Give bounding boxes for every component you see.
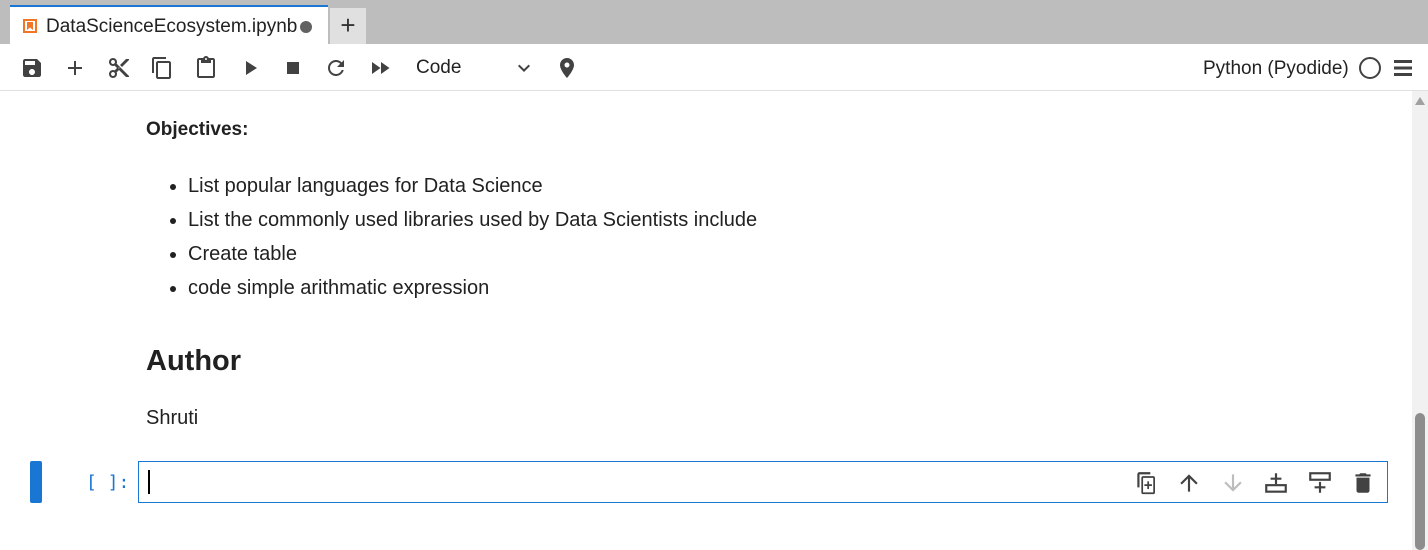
text-cursor [148, 470, 150, 494]
insert-above-icon [1309, 472, 1331, 493]
duplicate-cell-button[interactable] [1133, 470, 1159, 496]
run-all-button[interactable] [368, 56, 392, 80]
notebook-icon [23, 19, 37, 33]
menu-icon[interactable] [1392, 58, 1414, 78]
scrollbar-thumb[interactable] [1415, 413, 1425, 550]
list-item: List the commonly used libraries used by… [188, 203, 757, 237]
pin-button[interactable] [555, 56, 579, 80]
move-down-button[interactable] [1220, 470, 1246, 496]
insert-above-button[interactable] [1307, 470, 1333, 496]
list-item: Create table [188, 237, 757, 271]
cut-icon [109, 58, 129, 78]
run-icon [246, 61, 257, 75]
move-up-icon [1180, 474, 1198, 492]
code-cell-editor[interactable] [138, 461, 1388, 503]
objectives-list: List popular languages for Data Science … [146, 169, 757, 305]
paste-button[interactable] [194, 56, 218, 80]
restart-icon [328, 60, 344, 76]
scroll-up-icon[interactable] [1415, 97, 1425, 105]
duplicate-cell-icon [1137, 472, 1155, 495]
add-cell-icon [68, 61, 82, 75]
cell-type-value: Code [416, 57, 462, 78]
author-heading: Author [146, 345, 242, 377]
paste-icon [197, 56, 215, 78]
interrupt-button[interactable] [281, 56, 305, 80]
new-tab-button[interactable]: + [330, 8, 366, 44]
run-button[interactable] [238, 56, 262, 80]
cell-type-select[interactable]: Code [404, 53, 538, 83]
save-icon [23, 59, 41, 77]
tab-title: DataScienceEcosystem.ipynb [46, 16, 298, 37]
author-name: Shruti [146, 407, 199, 429]
active-cell-indicator[interactable] [30, 461, 42, 503]
kernel-status-icon [1359, 57, 1381, 79]
run-all-icon [372, 62, 390, 74]
move-down-icon [1224, 474, 1242, 492]
vertical-scrollbar[interactable] [1412, 91, 1428, 550]
restart-button[interactable] [324, 56, 348, 80]
unsaved-indicator-icon[interactable] [300, 21, 312, 33]
cut-button[interactable] [107, 56, 131, 80]
insert-below-button[interactable] [1263, 470, 1289, 496]
notebook-panel: Objectives: List popular languages for D… [0, 91, 1412, 550]
delete-cell-button[interactable] [1350, 470, 1376, 496]
notebook-tab[interactable]: DataScienceEcosystem.ipynb [10, 5, 328, 44]
insert-below-icon [1265, 473, 1287, 493]
delete-cell-icon [1355, 473, 1371, 493]
notebook-toolbar: Code Python (Pyodide) [0, 44, 1428, 91]
move-up-button[interactable] [1176, 470, 1202, 496]
copy-icon [152, 57, 171, 79]
tab-bar: DataScienceEcosystem.ipynb + [0, 0, 1428, 44]
pin-icon [560, 58, 574, 78]
list-item: code simple arithmatic expression [188, 271, 757, 305]
copy-button[interactable] [150, 56, 174, 80]
insert-cell-button[interactable] [63, 56, 87, 80]
chevron-down-icon [518, 64, 530, 72]
list-item: List popular languages for Data Science [188, 169, 757, 203]
save-button[interactable] [20, 56, 44, 80]
stop-icon [287, 62, 299, 74]
kernel-name[interactable]: Python (Pyodide) [1203, 58, 1349, 80]
objectives-heading: Objectives: [146, 119, 249, 140]
cell-prompt: [ ]: [86, 472, 130, 493]
